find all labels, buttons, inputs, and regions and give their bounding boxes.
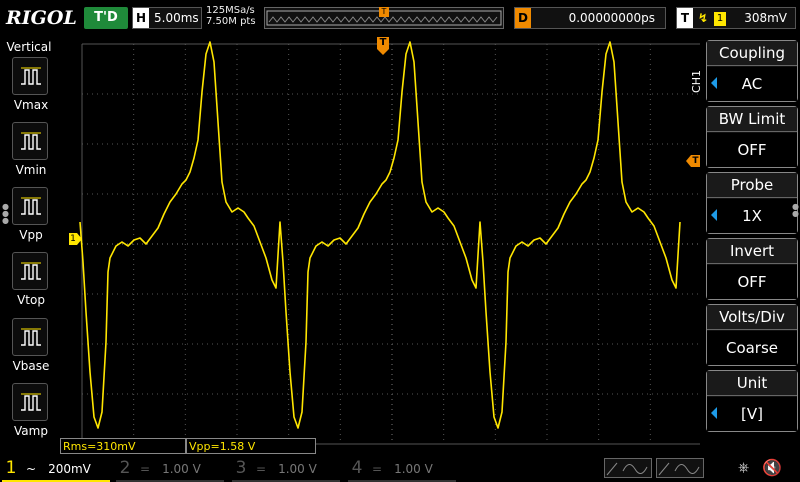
- measure-vmax-label: Vmax: [13, 98, 49, 112]
- channel-4-number: 4: [351, 458, 363, 478]
- channel-tag: CH1: [690, 70, 703, 93]
- ref-waveform-icon[interactable]: [656, 458, 704, 478]
- trigger-level: 308mV: [744, 11, 787, 25]
- vmin-icon: [21, 132, 41, 150]
- trigger-down-arrow-icon: [377, 49, 389, 55]
- trigger-key: T: [677, 8, 693, 28]
- invert-value: OFF: [707, 265, 797, 299]
- bw-limit-value: OFF: [707, 133, 797, 167]
- channel-3-number: 3: [235, 458, 247, 478]
- channel-1-scale: 200mV: [48, 462, 91, 476]
- trigger-source: 1: [714, 11, 727, 26]
- channel-3-coupling-icon: =: [256, 462, 267, 476]
- acquisition-info: 125MSa/s 7.50M pts: [206, 5, 256, 27]
- channel-2-number: 2: [119, 458, 131, 478]
- measure-vamp-button[interactable]: [12, 383, 48, 421]
- delay-key: D: [515, 8, 531, 28]
- delay-readout[interactable]: D 0.00000000ps: [514, 7, 666, 29]
- vertical-menu-title: Vertical: [6, 40, 52, 54]
- measure-vmax-button[interactable]: [12, 57, 48, 95]
- coupling-softkey[interactable]: Coupling AC: [706, 40, 798, 102]
- coupling-title: Coupling: [707, 41, 797, 66]
- volts-div-value: Coarse: [707, 331, 797, 365]
- speaker-muted-icon[interactable]: 🔇: [762, 458, 782, 477]
- measure-vbase-button[interactable]: [12, 318, 48, 356]
- rms-measurement[interactable]: Rms=310mV: [60, 438, 186, 454]
- memory-trigger-marker: T: [379, 7, 389, 17]
- selector-arrow-icon: [711, 77, 717, 89]
- measure-vbase-label: Vbase: [12, 359, 50, 373]
- channel-2-button[interactable]: 2 = 1.00 V: [116, 456, 224, 482]
- probe-value: 1X: [707, 199, 797, 233]
- measure-vamp-label: Vamp: [14, 424, 48, 438]
- channel-4-coupling-icon: =: [372, 462, 383, 476]
- channel-3-button[interactable]: 3 = 1.00 V: [232, 456, 340, 482]
- selector-arrow-icon: [711, 209, 717, 221]
- vtop-icon: [21, 262, 41, 280]
- ch1-ground-marker[interactable]: 1: [69, 233, 82, 245]
- waveform-display[interactable]: [60, 36, 700, 456]
- ch1-ground-arrow-icon: [77, 233, 82, 245]
- graticule: [81, 43, 700, 445]
- timebase-readout[interactable]: H 5.00ms: [132, 7, 202, 29]
- usb-icon: ⎈: [738, 460, 750, 476]
- rising-edge-icon: ↯: [698, 11, 709, 25]
- left-scroll-dots-icon: ● ● ●: [2, 202, 9, 225]
- channel-1-button[interactable]: 1 ~200mV: [2, 456, 110, 482]
- channel-3-scale: 1.00 V: [278, 462, 317, 476]
- timebase-key: H: [133, 8, 149, 28]
- math-waveform-icon[interactable]: [604, 458, 652, 478]
- vamp-icon: [21, 393, 41, 411]
- vpp-icon: [21, 197, 41, 215]
- bw-limit-softkey[interactable]: BW Limit OFF: [706, 106, 798, 168]
- channel-4-button[interactable]: 4 = 1.00 V: [348, 456, 456, 482]
- measure-vmin-button[interactable]: [12, 122, 48, 160]
- unit-value: [V]: [707, 397, 797, 431]
- sample-rate: 125MSa/s: [206, 5, 255, 16]
- channel-2-coupling-icon: =: [140, 462, 151, 476]
- bw-limit-title: BW Limit: [707, 107, 797, 132]
- unit-softkey[interactable]: Unit [V]: [706, 370, 798, 432]
- measure-vpp-button[interactable]: [12, 187, 48, 225]
- channel-1-number: 1: [5, 458, 17, 478]
- volts-div-title: Volts/Div: [707, 305, 797, 330]
- invert-softkey[interactable]: Invert OFF: [706, 238, 798, 300]
- probe-title: Probe: [707, 173, 797, 198]
- right-scroll-dots-icon: ● ●: [792, 202, 799, 218]
- volts-div-softkey[interactable]: Volts/Div Coarse: [706, 304, 798, 366]
- probe-softkey[interactable]: Probe 1X: [706, 172, 798, 234]
- measure-vpp-label: Vpp: [19, 228, 43, 242]
- trigger-position-label: T: [377, 37, 389, 49]
- channel-2-scale: 1.00 V: [162, 462, 201, 476]
- run-status-indicator[interactable]: T'D: [84, 7, 128, 29]
- vbase-icon: [21, 328, 41, 346]
- channel-4-scale: 1.00 V: [394, 462, 433, 476]
- delay-value: 0.00000000ps: [568, 11, 655, 25]
- brand-logo: RIGOL: [6, 7, 77, 29]
- channel-1-coupling-icon: ~: [26, 462, 37, 476]
- vpp-measurement[interactable]: Vpp=1.58 V: [186, 438, 316, 454]
- trigger-level-label: T: [691, 155, 700, 167]
- measure-vtop-button[interactable]: [12, 252, 48, 290]
- measure-vtop-label: Vtop: [17, 293, 45, 307]
- vmax-icon: [21, 67, 41, 85]
- measure-vmin-label: Vmin: [15, 163, 47, 177]
- invert-title: Invert: [707, 239, 797, 264]
- timebase-value: 5.00ms: [154, 11, 199, 25]
- selector-arrow-icon: [711, 407, 717, 419]
- memory-overview-strip[interactable]: T: [264, 7, 504, 29]
- trigger-level-marker[interactable]: T: [686, 155, 700, 167]
- trigger-position-marker[interactable]: T: [377, 37, 389, 57]
- trigger-readout[interactable]: T ↯ 1 308mV: [676, 7, 796, 29]
- ch1-ground-label: 1: [69, 233, 77, 245]
- ch1-waveform-trace: [79, 41, 681, 429]
- memory-depth: 7.50M pts: [206, 16, 256, 27]
- coupling-value: AC: [707, 67, 797, 101]
- unit-title: Unit: [707, 371, 797, 396]
